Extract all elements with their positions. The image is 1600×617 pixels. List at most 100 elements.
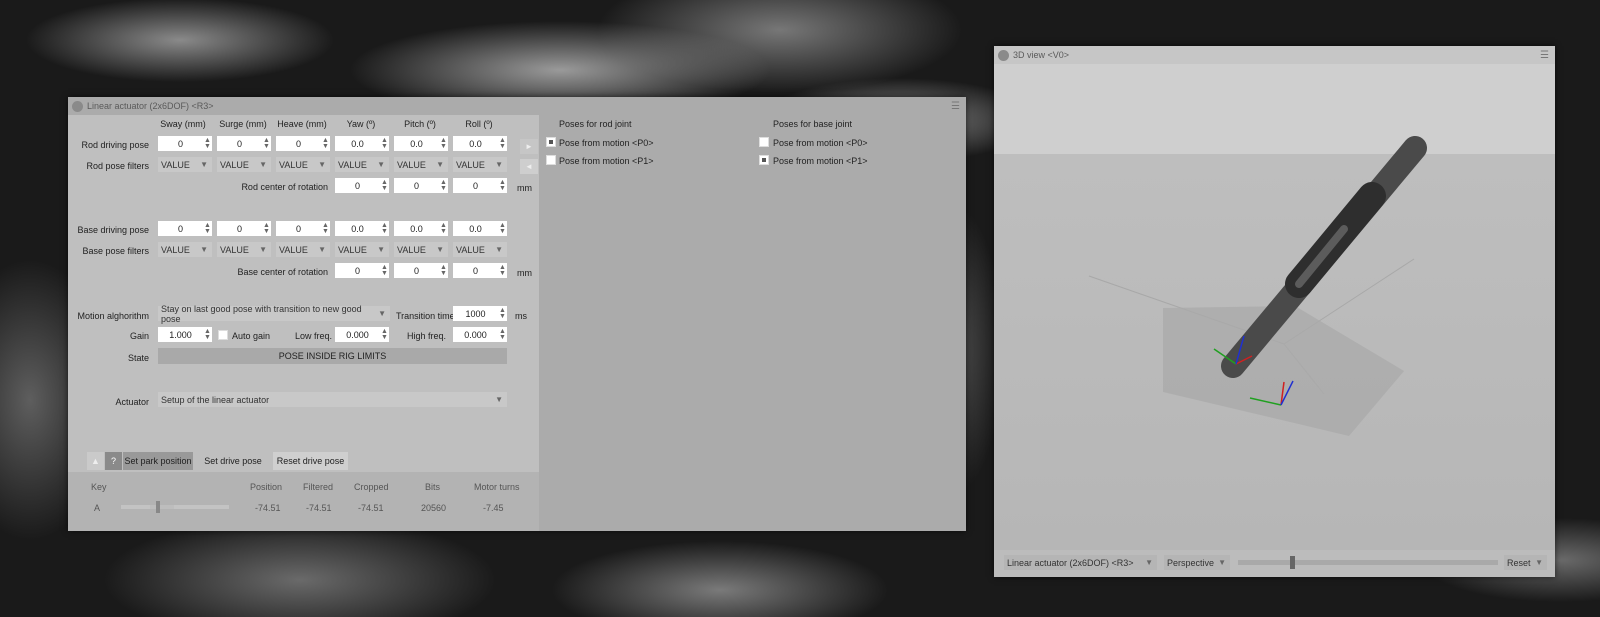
set-drive-pose-button[interactable]: Set drive pose [198, 452, 268, 470]
base-center-y-input[interactable]: 0 ▲ ▼ [394, 263, 448, 278]
rod-surge-input[interactable]: 0 ▲ ▼ [217, 136, 271, 151]
motion-algorithm-select[interactable]: Stay on last good pose with transition t… [158, 304, 390, 324]
state-indicator: POSE INSIDE RIG LIMITS [158, 348, 507, 364]
base-yaw-filter[interactable]: VALUE ▼ [335, 242, 389, 257]
base-heave-input[interactable]: 0 ▲ ▼ [276, 221, 330, 236]
base-roll-input[interactable]: 0.0 ▲ ▼ [453, 221, 507, 236]
table-header-filtered: Filtered [303, 482, 334, 492]
base-driving-pose-label: Base driving pose [77, 225, 149, 235]
linear-actuator-window: Linear actuator (2x6DOF) <R3> ☰ Sway (mm… [68, 97, 966, 531]
3d-viewport[interactable] [994, 64, 1555, 550]
base-sway-filter[interactable]: VALUE ▼ [158, 242, 212, 257]
rod-joint-p0-label: Pose from motion <P0> [559, 138, 654, 148]
rod-center-unit: mm [517, 183, 532, 193]
gain-label: Gain [129, 331, 149, 341]
rod-joint-p1-label: Pose from motion <P1> [559, 156, 654, 166]
window-title: Linear actuator (2x6DOF) <R3> [87, 101, 214, 111]
base-heave-filter[interactable]: VALUE ▼ [276, 242, 330, 257]
base-joint-p1-checkbox[interactable] [759, 155, 769, 165]
rod-heave-input[interactable]: 0 ▲ ▼ [276, 136, 330, 151]
rod-joint-p1-checkbox[interactable] [546, 155, 556, 165]
collapse-button[interactable]: ▲ [87, 452, 104, 470]
row-filtered: -74.51 [306, 503, 332, 513]
rod-yaw-input[interactable]: 0.0 ▲ ▼ [335, 136, 389, 151]
base-joint-p0-label: Pose from motion <P0> [773, 138, 868, 148]
base-center-unit: mm [517, 268, 532, 278]
3d-view-titlebar[interactable]: 3D view <V0> ☰ [994, 46, 1555, 64]
base-center-z-input[interactable]: 0 ▲ ▼ [453, 263, 507, 278]
rod-joint-title: Poses for rod joint [559, 119, 632, 129]
transition-time-input[interactable]: 1000 ▲ ▼ [453, 306, 507, 321]
rod-center-label: Rod center of rotation [241, 182, 328, 192]
rig-select[interactable]: Linear actuator (2x6DOF) <R3> ▼ [1004, 555, 1157, 570]
rod-center-y-input[interactable]: 0 ▲ ▼ [394, 178, 448, 193]
base-sway-input[interactable]: 0 ▲ ▼ [158, 221, 212, 236]
rod-heave-filter[interactable]: VALUE ▼ [276, 157, 330, 172]
position-slider-thumb[interactable] [155, 501, 160, 513]
low-freq-label: Low freq. [295, 331, 333, 341]
base-center-label: Base center of rotation [237, 267, 328, 277]
col-yaw: Yaw (º) [346, 119, 376, 129]
motion-algorithm-label: Motion alghorithm [77, 311, 149, 321]
menu-icon[interactable]: ☰ [951, 101, 960, 112]
table-header-key: Key [91, 482, 107, 492]
base-plate [1163, 306, 1404, 436]
rod-sway-input[interactable]: 0 ▲ ▼ [158, 136, 212, 151]
base-surge-filter[interactable]: VALUE ▼ [217, 242, 271, 257]
rod-roll-input[interactable]: 0.0 ▲ ▼ [453, 136, 507, 151]
rod-pitch-filter[interactable]: VALUE ▼ [394, 157, 448, 172]
position-slider-fill [149, 505, 174, 509]
reset-drive-pose-button[interactable]: Reset drive pose [273, 452, 348, 470]
set-park-position-button[interactable]: Set park position [123, 452, 193, 470]
auto-gain-checkbox[interactable] [218, 330, 228, 340]
3d-scene [1088, 136, 1427, 436]
base-pitch-input[interactable]: 0.0 ▲ ▼ [394, 221, 448, 236]
rod-center-x-input[interactable]: 0 ▲ ▼ [335, 178, 389, 193]
reset-select[interactable]: Reset ▼ [1504, 555, 1547, 570]
auto-gain-label: Auto gain [232, 331, 271, 341]
rod-surge-filter[interactable]: VALUE ▼ [217, 157, 271, 172]
transition-time-unit: ms [515, 311, 527, 321]
base-center-x-input[interactable]: 0 ▲ ▼ [335, 263, 389, 278]
col-heave: Heave (mm) [277, 119, 327, 129]
base-joint-p0-checkbox[interactable] [759, 137, 769, 147]
expand-right-button[interactable]: ► [520, 139, 538, 154]
base-yaw-input[interactable]: 0.0 ▲ ▼ [335, 221, 389, 236]
row-motor-turns: -7.45 [483, 503, 504, 513]
gain-input[interactable]: 1.000 ▲ ▼ [158, 327, 212, 342]
base-pitch-filter[interactable]: VALUE ▼ [394, 242, 448, 257]
rod-roll-filter[interactable]: VALUE ▼ [453, 157, 507, 172]
menu-icon[interactable]: ☰ [1540, 50, 1549, 61]
config-panel: Sway (mm) Surge (mm) Heave (mm) Yaw (º) … [68, 115, 539, 531]
rod-pose-filters-label: Rod pose filters [86, 161, 149, 171]
actuator-label: Actuator [115, 397, 149, 407]
col-surge: Surge (mm) [219, 119, 267, 129]
base-joint-p1-label: Pose from motion <P1> [773, 156, 868, 166]
base-surge-input[interactable]: 0 ▲ ▼ [217, 221, 271, 236]
table-header-motor-turns: Motor turns [474, 482, 520, 492]
table-header-bits: Bits [425, 482, 441, 492]
base-joint-title: Poses for base joint [773, 119, 853, 129]
high-freq-input[interactable]: 0.000 ▲ ▼ [453, 327, 507, 342]
rod-joint-p0-checkbox[interactable] [546, 137, 556, 147]
rod-sway-filter[interactable]: VALUE ▼ [158, 157, 212, 172]
transition-time-label: Transition time [396, 311, 455, 321]
col-sway: Sway (mm) [160, 119, 206, 129]
rod-center-z-input[interactable]: 0 ▲ ▼ [453, 178, 507, 193]
actuator-select[interactable]: Setup of the linear actuator ▼ [158, 392, 507, 407]
motor-table: Key Position Filtered Cropped Bits Motor… [68, 472, 539, 531]
rod-pitch-input[interactable]: 0.0 ▲ ▼ [394, 136, 448, 151]
3d-view-toolbar: Linear actuator (2x6DOF) <R3> ▼ Perspecti… [994, 550, 1555, 577]
help-button[interactable]: ? [105, 452, 122, 470]
window-titlebar[interactable]: Linear actuator (2x6DOF) <R3> ☰ [68, 97, 966, 115]
col-pitch: Pitch (º) [404, 119, 436, 129]
zoom-slider-thumb[interactable] [1290, 556, 1295, 569]
collapse-left-button[interactable]: ◄ [520, 159, 538, 174]
base-roll-filter[interactable]: VALUE ▼ [453, 242, 507, 257]
projection-select[interactable]: Perspective ▼ [1164, 555, 1230, 570]
zoom-slider[interactable] [1238, 556, 1498, 569]
row-bits: 20560 [421, 503, 447, 513]
position-slider[interactable] [121, 501, 229, 513]
low-freq-input[interactable]: 0.000 ▲ ▼ [335, 327, 389, 342]
rod-yaw-filter[interactable]: VALUE ▼ [335, 157, 389, 172]
